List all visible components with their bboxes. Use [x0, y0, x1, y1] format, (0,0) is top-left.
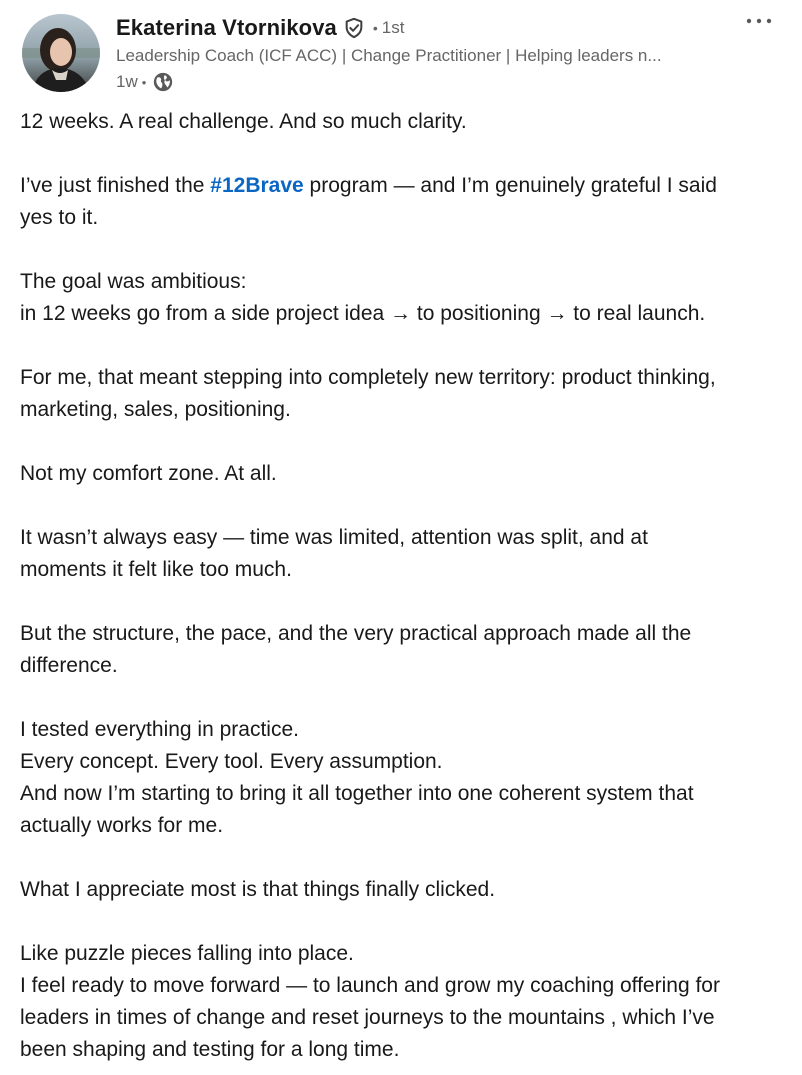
- globe-icon: [152, 71, 174, 93]
- post-paragraph: What I appreciate most is that things fi…: [20, 874, 790, 906]
- post-text: program — and I’m genuinely grateful I s…: [303, 174, 717, 197]
- post-line: moments it felt like too much.: [20, 558, 292, 581]
- post-meta: 1w •: [116, 68, 736, 96]
- verified-shield-icon: [343, 17, 365, 39]
- post-paragraph: For me, that meant stepping into complet…: [20, 362, 790, 426]
- post-line: It wasn’t always easy — time was limited…: [20, 526, 648, 549]
- post-paragraph: It wasn’t always easy — time was limited…: [20, 522, 790, 586]
- post-line: Every concept. Every tool. Every assumpt…: [20, 750, 443, 773]
- post-line: 12 weeks. A real challenge. And so much …: [20, 110, 467, 133]
- author-info: Ekaterina Vtornikova • 1st Leadership Co…: [116, 12, 736, 96]
- post-line: Not my comfort zone. At all.: [20, 462, 277, 485]
- post-line: actually works for me.: [20, 814, 224, 837]
- post-line: The goal was ambitious:: [20, 270, 247, 293]
- post-line: marketing, sales, positioning.: [20, 398, 291, 421]
- avatar[interactable]: [22, 14, 100, 92]
- post-line: For me, that meant stepping into complet…: [20, 366, 716, 389]
- connection-degree: 1st: [381, 18, 405, 37]
- hashtag-link[interactable]: #12Brave: [210, 174, 303, 197]
- author-name[interactable]: Ekaterina Vtornikova: [116, 15, 337, 41]
- post-body: 12 weeks. A real challenge. And so much …: [20, 106, 790, 1066]
- post-text: I’ve just finished the: [20, 174, 211, 197]
- post-line: What I appreciate most is that things fi…: [20, 878, 496, 901]
- post-line: been shaping and testing for a long time…: [20, 1038, 400, 1061]
- avatar-photo: [22, 14, 100, 92]
- post-line: yes to it.: [20, 206, 99, 229]
- more-options-icon: [746, 18, 772, 24]
- post-line: And now I’m starting to bring it all tog…: [20, 782, 694, 805]
- post-line: But the structure, the pace, and the ver…: [20, 622, 692, 645]
- post-paragraph: 12 weeks. A real challenge. And so much …: [20, 106, 790, 138]
- post-line: I tested everything in practice.: [20, 718, 299, 741]
- post-paragraph: Not my comfort zone. At all.: [20, 458, 790, 490]
- author-name-line: Ekaterina Vtornikova • 1st: [116, 12, 736, 44]
- post-paragraph: But the structure, the pace, and the ver…: [20, 618, 790, 682]
- post-paragraph: I tested everything in practice. Every c…: [20, 714, 790, 842]
- post-paragraph: I’ve just finished the #12Brave program …: [20, 170, 790, 234]
- post-line: Like puzzle pieces falling into place.: [20, 942, 354, 965]
- post-time: 1w: [116, 72, 138, 91]
- post-paragraph: Like puzzle pieces falling into place. I…: [20, 938, 790, 1066]
- time-separator: •: [141, 74, 147, 90]
- post-line: I’ve just finished the #12Brave program …: [20, 170, 790, 202]
- post-header: Ekaterina Vtornikova • 1st Leadership Co…: [0, 0, 802, 100]
- post-paragraph: The goal was ambitious: in 12 weeks go f…: [20, 266, 790, 330]
- post-line: difference.: [20, 654, 118, 677]
- degree-separator: •: [372, 20, 378, 36]
- post-line: leaders in times of change and reset jou…: [20, 1006, 715, 1029]
- more-options-button[interactable]: [742, 4, 776, 38]
- post-line: in 12 weeks go from a side project idea …: [20, 302, 706, 325]
- author-headline: Leadership Coach (ICF ACC) | Change Prac…: [116, 46, 662, 65]
- post-line: I feel ready to move forward — to launch…: [20, 974, 720, 997]
